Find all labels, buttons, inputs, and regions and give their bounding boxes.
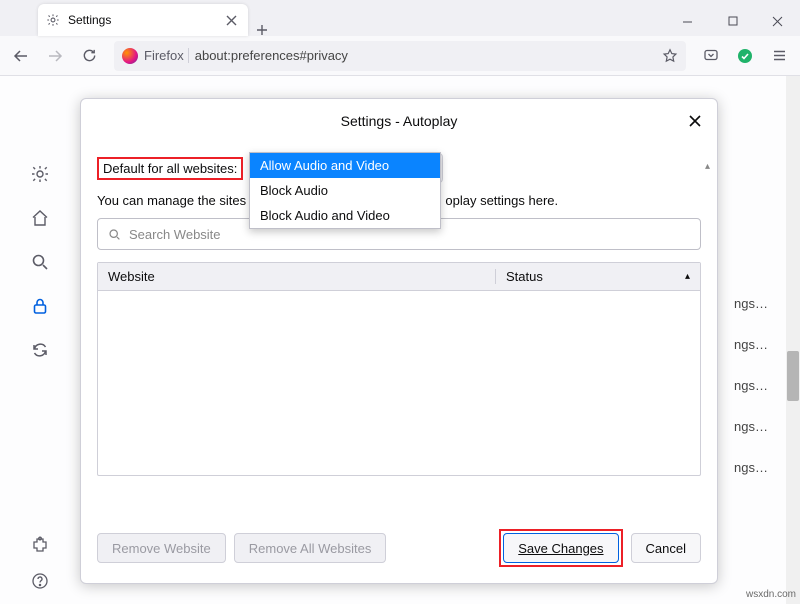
search-icon[interactable] (30, 252, 50, 272)
gear-icon (46, 13, 60, 27)
website-table: Website Status ▴ (97, 262, 701, 476)
nav-toolbar: Firefox about:preferences#privacy (0, 36, 800, 76)
titlebar: Settings (0, 0, 800, 36)
search-icon (108, 228, 121, 241)
forward-button[interactable] (40, 41, 70, 71)
dialog-title: Settings - Autoplay (341, 113, 458, 129)
sidebar-bottom (0, 536, 80, 590)
dialog-footer: Remove Website Remove All Websites Save … (81, 517, 717, 583)
bookmark-star-icon[interactable] (662, 48, 678, 64)
watermark: wsxdn.com (746, 589, 796, 600)
column-website[interactable]: Website (98, 269, 496, 284)
column-status[interactable]: Status ▴ (496, 269, 700, 284)
option-block-audio-video[interactable]: Block Audio and Video (250, 203, 440, 228)
close-window-button[interactable] (755, 6, 800, 36)
minimize-button[interactable] (665, 6, 710, 36)
save-to-pocket-icon[interactable] (696, 41, 726, 71)
url-bar[interactable]: Firefox about:preferences#privacy (114, 41, 686, 71)
cancel-button[interactable]: Cancel (631, 533, 701, 563)
window-controls (665, 6, 800, 36)
default-label: Default for all websites: (97, 157, 243, 180)
settings-sidebar (0, 76, 80, 360)
save-changes-button[interactable]: Save Changes (503, 533, 618, 563)
option-block-audio[interactable]: Block Audio (250, 178, 440, 203)
remove-all-websites-button[interactable]: Remove All Websites (234, 533, 387, 563)
option-allow-audio-video[interactable]: Allow Audio and Video (250, 153, 440, 178)
table-body-empty (98, 291, 700, 475)
maximize-button[interactable] (710, 6, 755, 36)
general-icon[interactable] (30, 164, 50, 184)
dialog-header: Settings - Autoplay (81, 99, 717, 143)
close-icon[interactable] (685, 111, 705, 131)
home-icon[interactable] (30, 208, 50, 228)
sort-caret-icon: ▴ (685, 271, 690, 282)
app-menu-button[interactable] (764, 41, 794, 71)
tab-title: Settings (68, 13, 214, 27)
url-text: about:preferences#privacy (195, 48, 348, 63)
new-tab-button[interactable] (248, 24, 276, 36)
extension-icon[interactable] (730, 41, 760, 71)
firefox-icon (122, 48, 138, 64)
privacy-icon[interactable] (30, 296, 50, 316)
sync-icon[interactable] (30, 340, 50, 360)
reload-button[interactable] (74, 41, 104, 71)
extensions-icon[interactable] (31, 536, 49, 554)
page-scrollbar[interactable] (786, 76, 800, 604)
bg-truncated-rows: ngs… ngs… ngs… ngs… ngs… (734, 296, 790, 475)
remove-website-button[interactable]: Remove Website (97, 533, 226, 563)
back-button[interactable] (6, 41, 36, 71)
default-autoplay-dropdown[interactable]: Allow Audio and Video Block Audio Block … (249, 152, 441, 229)
site-identity: Firefox (144, 48, 189, 63)
dialog-scrollbar[interactable]: ▴▾ (705, 157, 715, 172)
help-icon[interactable] (31, 572, 49, 590)
browser-tab[interactable]: Settings (38, 4, 248, 36)
close-tab-icon[interactable] (222, 11, 240, 29)
